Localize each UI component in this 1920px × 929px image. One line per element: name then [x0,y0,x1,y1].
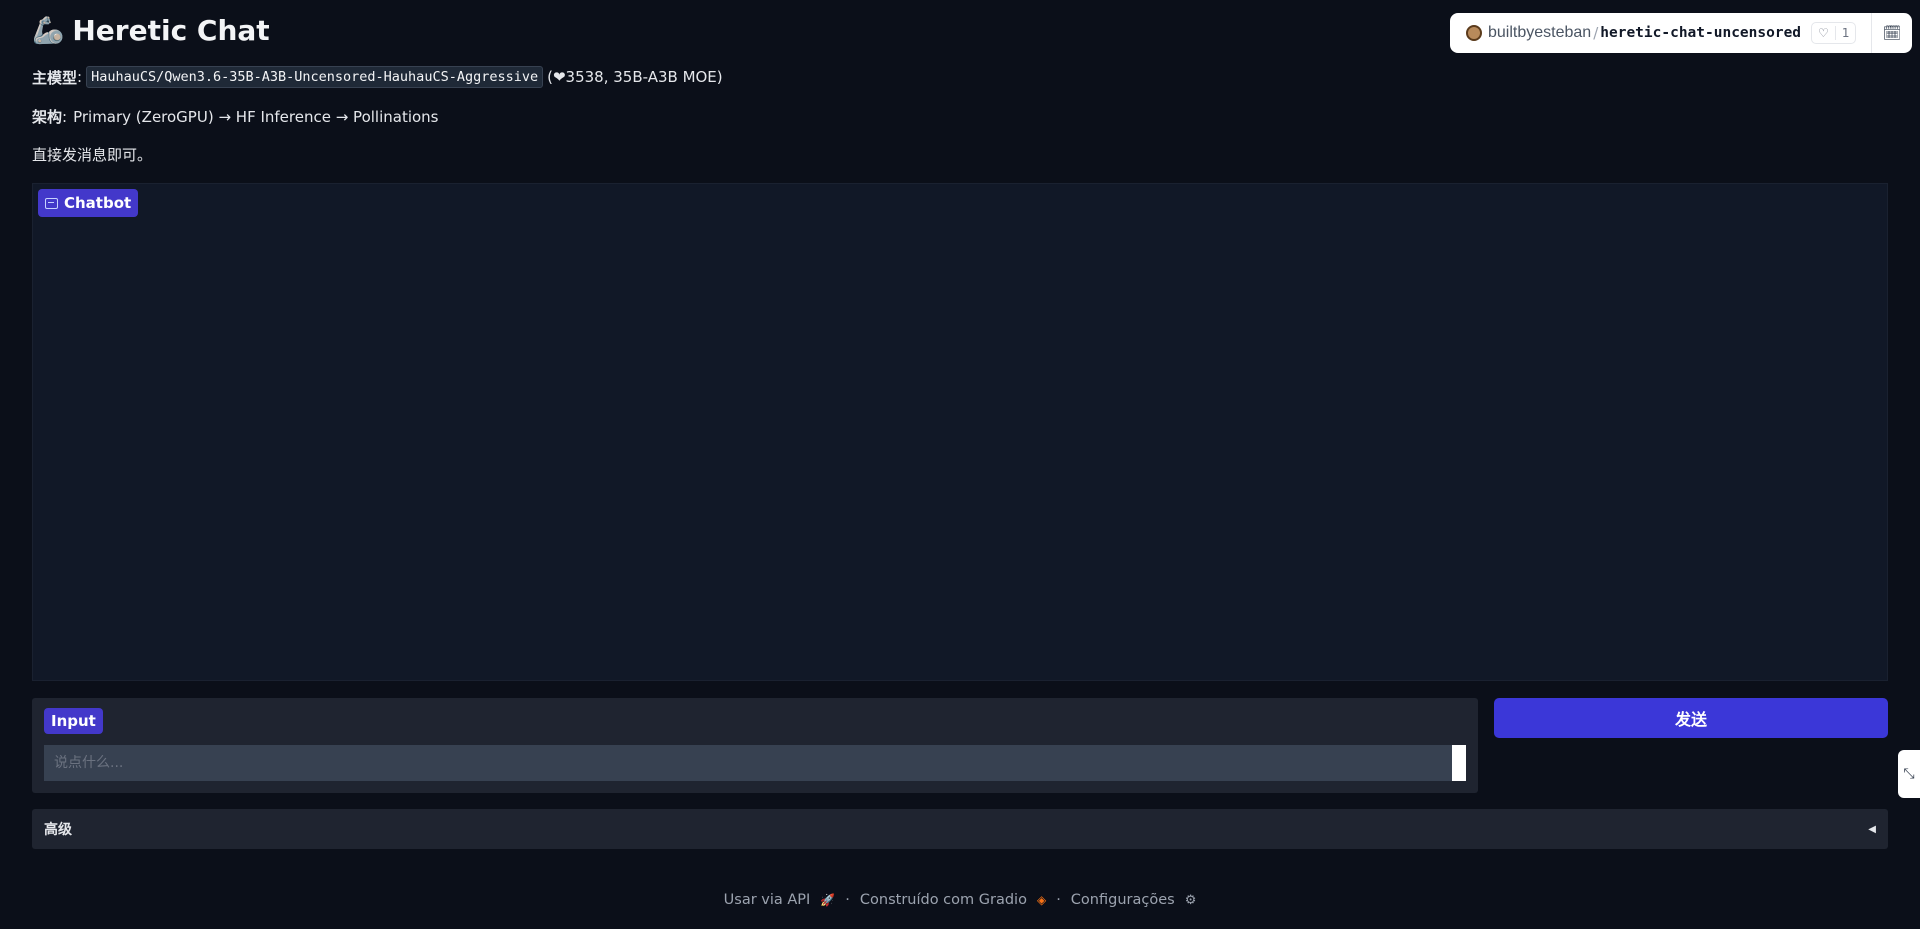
gradio-app: 🦾 Heretic Chat 主模型: HauhauCS/Qwen3.6-35B… [0,0,1920,929]
chatbot-label-text: Chatbot [64,194,132,212]
arch-label-sep: : [62,107,68,126]
gradio-logo-icon: ◈ [1036,893,1047,907]
architecture-info: 架构: Primary (ZeroGPU) → HF Inference → P… [32,106,439,127]
model-label: 主模型 [32,68,78,87]
chatbot-label: Chatbot [38,189,139,217]
page-title-text: Heretic Chat [72,14,270,47]
heart-icon: ♡ [1818,26,1829,40]
gear-icon: ⚙ [1184,892,1197,908]
input-scrollbar[interactable] [1452,745,1466,781]
path-slash: / [1593,24,1599,42]
model-name: HauhauCS/Qwen3.6-35B-A3B-Uncensored-Hauh… [86,66,544,88]
send-button[interactable]: 发送 [1494,698,1888,738]
model-info: 主模型: HauhauCS/Qwen3.6-35B-A3B-Uncensored… [32,66,723,88]
arch-value: Primary (ZeroGPU) → HF Inference → Polli… [73,107,439,126]
advanced-label: 高级 [44,822,72,838]
collapse-arrow-icon: ◀ [1868,823,1876,835]
use-via-api-link[interactable]: Usar via API [724,892,811,908]
like-button[interactable]: ♡ 1 [1811,22,1857,44]
like-divider [1834,26,1836,40]
model-label-sep: : [77,68,83,86]
calendar-icon[interactable]: 🗓 [1872,13,1912,53]
chat-bubble-icon [45,197,58,209]
footer: Usar via API 🚀 · Construído com Gradio ◈… [0,892,1920,908]
space-owner-link[interactable]: builtbyesteban [1488,24,1591,42]
space-repo-link[interactable]: heretic-chat-uncensored [1600,25,1801,41]
like-count: 1 [1841,26,1850,40]
page-title: 🦾 Heretic Chat [32,14,270,47]
message-input[interactable] [44,745,1452,781]
chatbot-panel[interactable]: Chatbot [32,183,1888,681]
hf-space-badge: builtbyesteban / heretic-chat-uncensored… [1450,13,1912,53]
footer-separator: · [1056,892,1061,908]
built-with-gradio-link[interactable]: Construído com Gradio [860,892,1027,908]
side-panel-toggle-icon[interactable]: ⤡ [1898,750,1920,798]
usage-hint: 直接发消息即可。 [32,146,153,164]
advanced-accordion[interactable]: 高级 ◀ [32,809,1888,849]
input-panel: Input [32,698,1478,793]
rocket-icon: 🚀 [820,893,836,907]
owner-avatar[interactable] [1466,25,1482,41]
input-label: Input [44,708,103,734]
footer-separator: · [845,892,850,908]
arch-label: 架构 [32,108,63,126]
settings-link[interactable]: Configurações [1071,892,1175,908]
model-meta: (❤3538, 35B-A3B MOE) [547,68,723,86]
input-label-text: Input [51,712,96,730]
flexed-arm-icon: 🦾 [32,15,65,46]
